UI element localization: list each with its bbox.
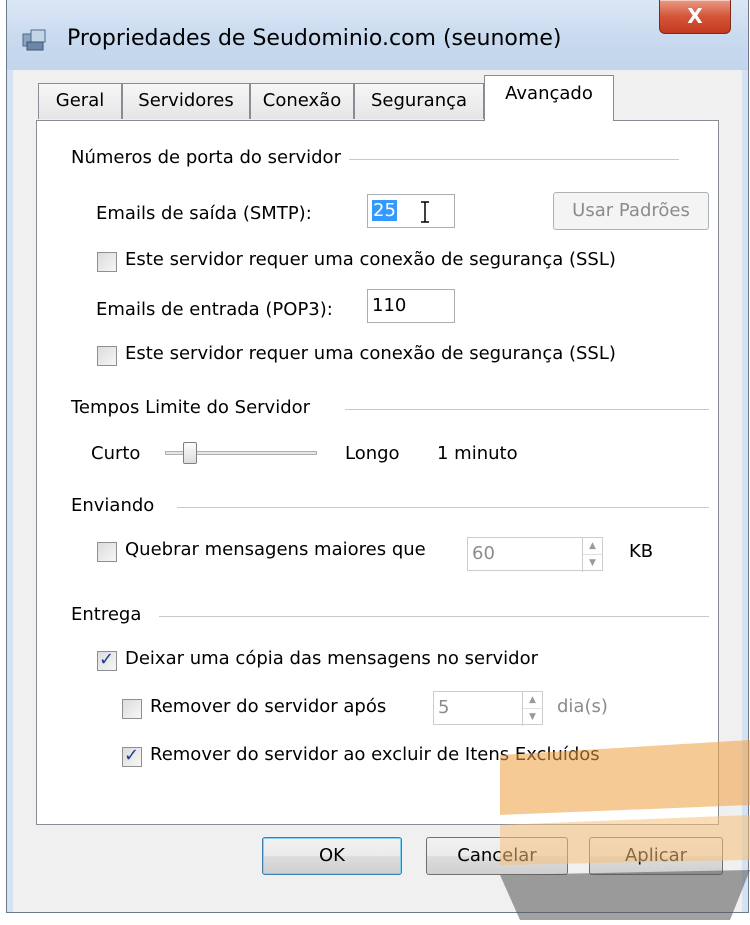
tab-label: Geral (55, 90, 105, 111)
pop3-port-value: 110 (372, 295, 407, 316)
tab-conexao[interactable]: Conexão (250, 83, 354, 119)
days-input[interactable]: 5 ▲ ▼ (433, 691, 543, 726)
tab-servidores[interactable]: Servidores (122, 83, 250, 119)
section-divider (177, 507, 709, 508)
use-defaults-button[interactable]: Usar Padrões (553, 192, 709, 230)
days-value: 5 (438, 697, 450, 718)
spin-down-icon[interactable]: ▼ (583, 555, 602, 571)
checkmark-icon: ✓ (124, 745, 140, 766)
section-divider (159, 616, 709, 617)
title-bar[interactable]: Propriedades de Seudominio.com (seunome)… (7, 0, 748, 70)
message-size-value: 60 (472, 543, 495, 564)
delivery-section-label: Entrega (71, 604, 150, 625)
pop3-port-input[interactable]: 110 (367, 289, 455, 323)
slider-thumb[interactable] (183, 442, 197, 464)
break-messages-checkbox[interactable] (97, 542, 117, 562)
size-spinner[interactable]: ▲ ▼ (582, 538, 602, 572)
spin-down-icon[interactable]: ▼ (523, 709, 542, 725)
spin-up-icon[interactable]: ▲ (583, 538, 602, 555)
days-spinner[interactable]: ▲ ▼ (522, 692, 542, 726)
smtp-port-input[interactable]: 25 (367, 194, 455, 228)
tab-geral[interactable]: Geral (38, 83, 122, 119)
tab-seguranca[interactable]: Segurança (354, 83, 484, 119)
window-title: Propriedades de Seudominio.com (seunome) (67, 26, 562, 51)
ok-label: OK (319, 845, 345, 866)
tab-label: Segurança (370, 90, 468, 111)
timeout-value: 1 minuto (437, 443, 518, 464)
remove-after-checkbox[interactable] (122, 699, 142, 719)
timeouts-section-label: Tempos Limite do Servidor (71, 397, 319, 418)
leave-copy-label: Deixar uma cópia das mensagens no servid… (125, 648, 538, 669)
use-defaults-label: Usar Padrões (572, 200, 690, 221)
sending-section-label: Enviando (71, 495, 163, 516)
text-cursor-icon (421, 201, 429, 223)
tab-avancado[interactable]: Avançado (484, 75, 614, 121)
watermark-logo (500, 740, 750, 920)
size-unit-label: KB (629, 541, 654, 562)
ports-section-label: Números de porta do servidor (71, 147, 349, 168)
timeout-long-label: Longo (345, 443, 400, 464)
tab-label: Avançado (505, 83, 593, 104)
remove-deleted-checkbox[interactable]: ✓ (122, 745, 142, 767)
remove-after-label: Remover do servidor após (150, 696, 387, 717)
message-size-input[interactable]: 60 ▲ ▼ (467, 537, 603, 572)
section-divider (327, 159, 679, 160)
close-icon: X (687, 4, 703, 28)
tab-label: Conexão (262, 90, 342, 111)
checkmark-icon: ✓ (99, 649, 115, 670)
smtp-ssl-label: Este servidor requer uma conexão de segu… (125, 249, 616, 270)
ok-button[interactable]: OK (262, 837, 402, 875)
smtp-ssl-checkbox[interactable] (97, 252, 117, 272)
pop3-ssl-checkbox[interactable] (97, 346, 117, 366)
tab-label: Servidores (138, 90, 234, 111)
timeout-slider[interactable] (161, 439, 321, 467)
smtp-port-value: 25 (372, 200, 397, 221)
spin-up-icon[interactable]: ▲ (523, 692, 542, 709)
timeout-short-label: Curto (91, 443, 141, 464)
break-messages-label: Quebrar mensagens maiores que (125, 539, 426, 560)
mail-app-icon (22, 29, 46, 51)
pop3-label: Emails de entrada (POP3): (96, 299, 333, 320)
advanced-tab-panel: Números de porta do servidor Emails de s… (36, 120, 719, 825)
section-divider (345, 409, 709, 410)
close-button[interactable]: X (659, 0, 731, 34)
smtp-label: Emails de saída (SMTP): (96, 203, 312, 224)
pop3-ssl-label: Este servidor requer uma conexão de segu… (125, 343, 616, 364)
days-unit-label: dia(s) (557, 696, 608, 717)
leave-copy-checkbox[interactable]: ✓ (97, 649, 117, 671)
